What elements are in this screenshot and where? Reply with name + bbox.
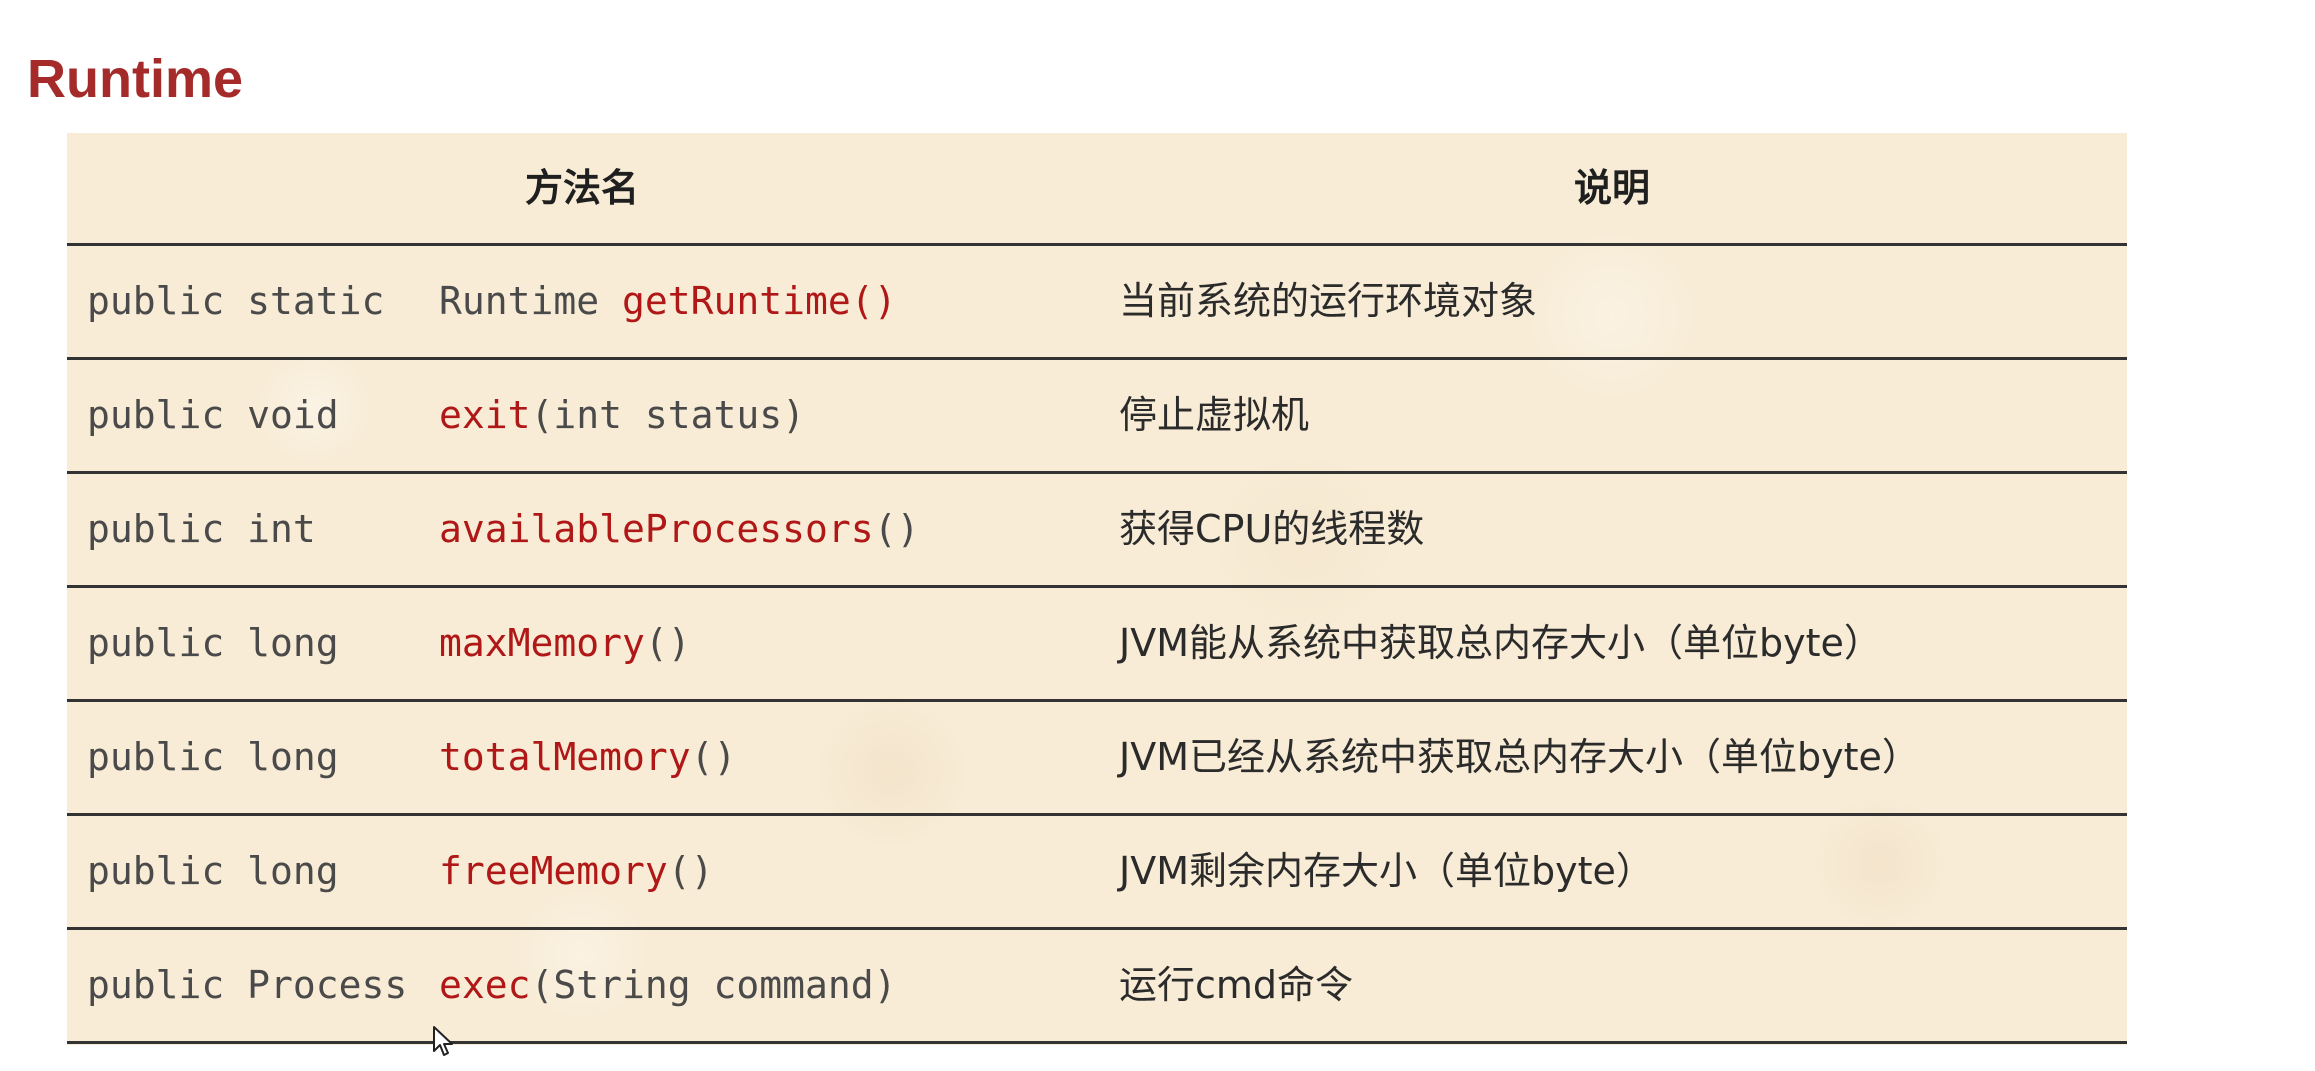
methods-table: 方法名 说明 public static Runtime getRuntime(… — [67, 133, 2127, 1045]
table-row: public void exit(int status) 停止虚拟机 — [67, 360, 2127, 474]
header-method-name: 方法名 — [524, 166, 639, 210]
method-modifier: public void — [87, 393, 339, 437]
method-description: 停止虚拟机 — [1119, 393, 1310, 437]
method-signature: exec(String command) — [439, 930, 897, 1041]
slide-page: Runtime 方法名 说明 public static Runtime get… — [0, 0, 2315, 1071]
method-name: maxMemory — [439, 621, 645, 665]
method-name: exec — [439, 963, 531, 1007]
method-description: 当前系统的运行环境对象 — [1119, 279, 1538, 323]
page-title: Runtime — [27, 49, 243, 109]
method-description: 运行cmd命令 — [1119, 963, 1354, 1007]
method-params: (int status) — [530, 393, 806, 437]
method-name: totalMemory — [439, 735, 691, 779]
method-modifier: public long — [87, 735, 339, 779]
method-params: () — [644, 621, 691, 665]
method-modifier: public int — [87, 507, 316, 551]
table-row: public static Runtime getRuntime() 当前系统的… — [67, 246, 2127, 360]
method-description: 获得CPU的线程数 — [1119, 507, 1425, 551]
method-params: () — [873, 507, 920, 551]
method-modifier: public long — [87, 621, 339, 665]
method-signature: availableProcessors() — [439, 474, 919, 585]
method-signature: exit(int status) — [439, 360, 805, 471]
method-modifier: public Process — [87, 963, 408, 1007]
method-signature: totalMemory() — [439, 702, 736, 813]
method-name: exit — [439, 393, 531, 437]
method-modifier: public long — [87, 849, 339, 893]
mouse-pointer-icon — [433, 1026, 453, 1056]
method-params: () — [667, 849, 714, 893]
method-params: (String command) — [530, 963, 897, 1007]
method-name: freeMemory — [439, 849, 668, 893]
method-description: JVM能从系统中获取总内存大小（单位byte） — [1119, 621, 1882, 665]
method-return-type: Runtime — [439, 279, 623, 323]
method-params: () — [850, 279, 897, 323]
table-row: public Process exec(String command) 运行cm… — [67, 930, 2127, 1044]
method-description: JVM剩余内存大小（单位byte） — [1119, 849, 1654, 893]
method-signature: maxMemory() — [439, 588, 691, 699]
method-name: getRuntime — [622, 279, 851, 323]
table-row: public int availableProcessors() 获得CPU的线… — [67, 474, 2127, 588]
table-row: public long totalMemory() JVM已经从系统中获取总内存… — [67, 702, 2127, 816]
table-header-row: 方法名 说明 — [67, 133, 2127, 246]
method-signature: freeMemory() — [439, 816, 714, 927]
method-modifier: public static — [87, 279, 385, 323]
method-description: JVM已经从系统中获取总内存大小（单位byte） — [1119, 735, 1920, 779]
header-description: 说明 — [1573, 166, 1650, 210]
method-params: () — [690, 735, 737, 779]
method-signature: Runtime getRuntime() — [439, 246, 897, 357]
table-row: public long maxMemory() JVM能从系统中获取总内存大小（… — [67, 588, 2127, 702]
method-name: availableProcessors — [439, 507, 874, 551]
table-row: public long freeMemory() JVM剩余内存大小（单位byt… — [67, 816, 2127, 930]
